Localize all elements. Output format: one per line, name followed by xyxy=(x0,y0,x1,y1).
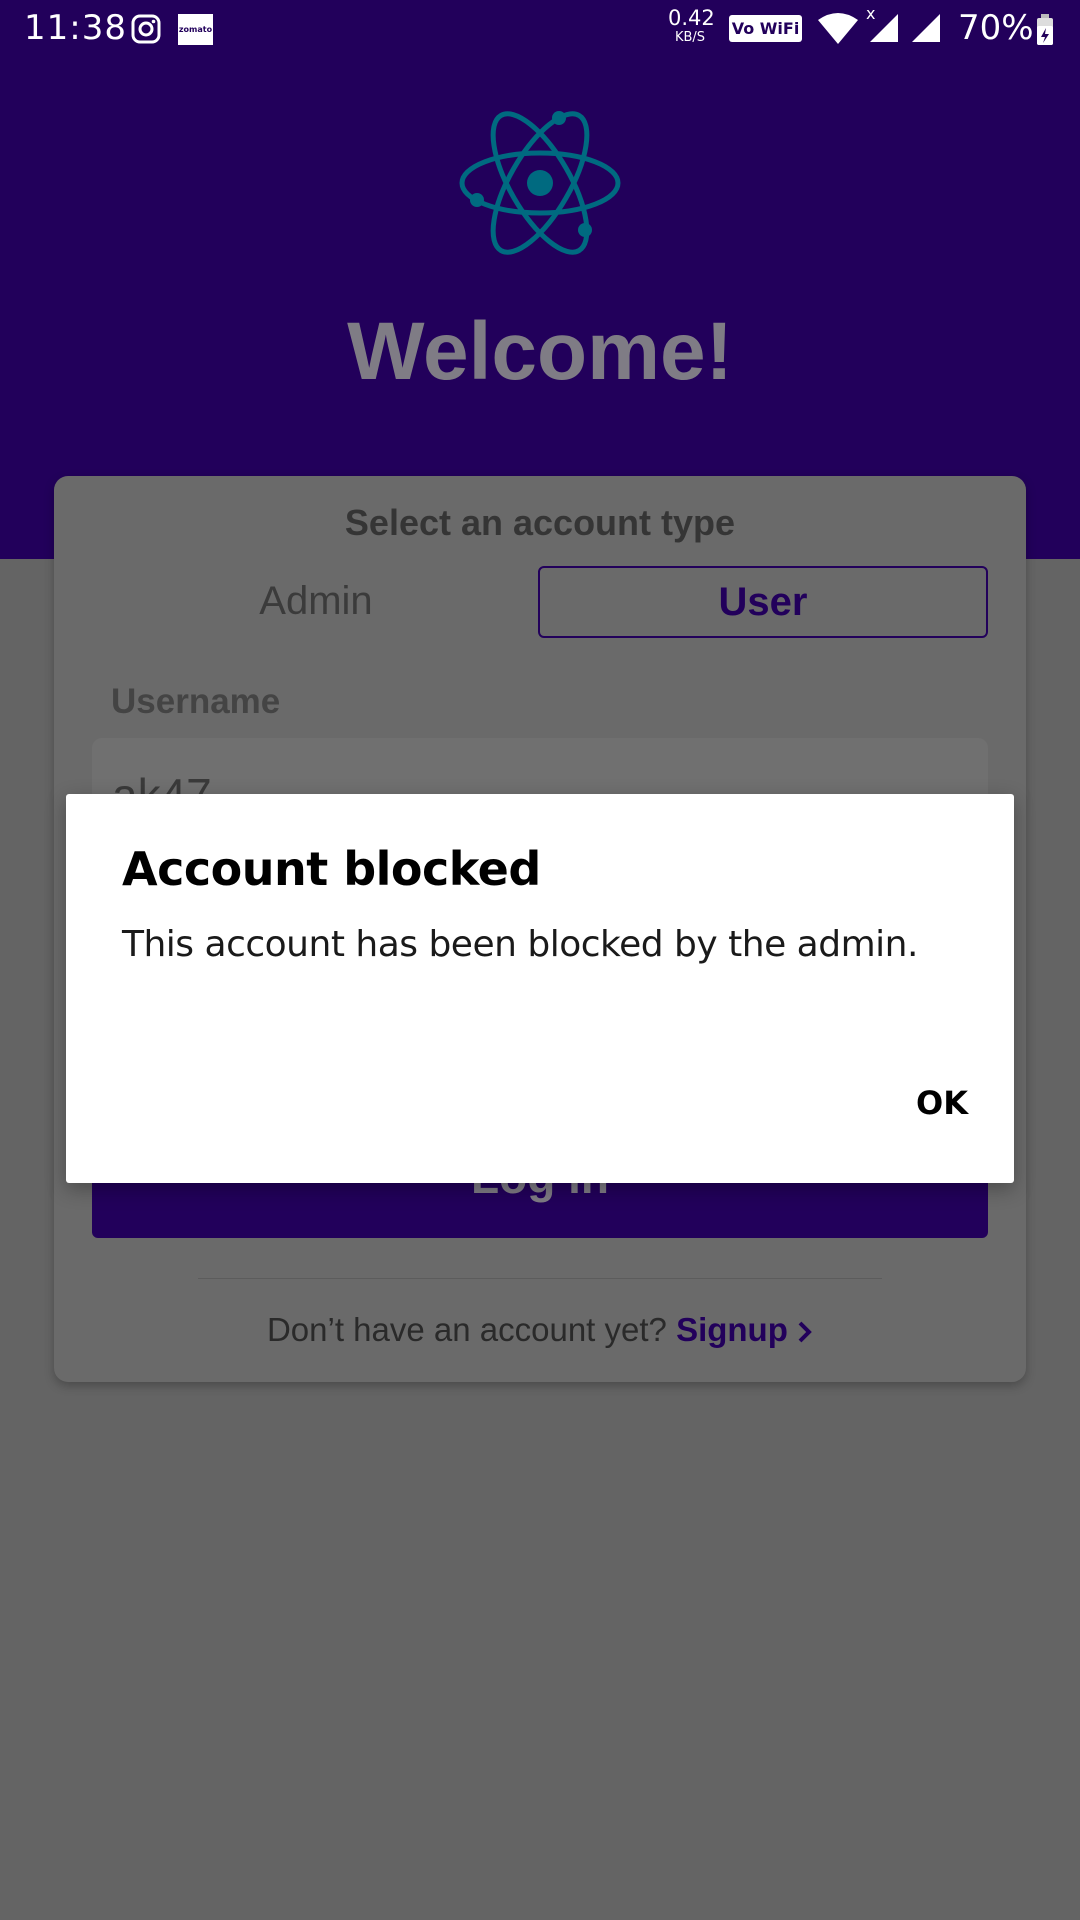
chevron-right-icon xyxy=(798,1321,812,1343)
signup-link[interactable]: Signup xyxy=(676,1311,813,1348)
instagram-icon xyxy=(131,14,161,44)
signal-icon xyxy=(912,14,940,42)
status-time: 11:38 xyxy=(24,8,127,48)
signup-link-label: Signup xyxy=(676,1311,788,1348)
login-button[interactable]: Log in xyxy=(92,1176,988,1238)
dialog-title: Account blocked xyxy=(122,842,541,896)
welcome-title: Welcome! xyxy=(347,306,733,397)
wifi-icon xyxy=(818,13,858,44)
signup-row: Don’t have an account yet? Signup xyxy=(54,1311,1026,1349)
atom-icon xyxy=(459,111,621,255)
battery-percent: 70% xyxy=(958,8,1034,48)
tab-admin[interactable]: Admin xyxy=(92,566,540,636)
tab-user[interactable]: User xyxy=(538,566,988,638)
network-speed-value: 0.42 xyxy=(668,6,715,30)
network-speed-unit: KB/S xyxy=(674,30,706,45)
username-label: Username xyxy=(111,682,281,721)
battery-charging-icon xyxy=(1037,14,1053,45)
account-type-prompt: Select an account type xyxy=(344,502,736,543)
status-bar: 11:38 zomato 0.42 KB/S Vo WiFi x 70% xyxy=(0,0,1080,56)
ok-button[interactable]: OK xyxy=(916,1084,968,1122)
account-blocked-dialog: Account blocked This account has been bl… xyxy=(66,794,1014,1183)
zomato-icon: zomato xyxy=(178,14,213,45)
signup-prompt: Don’t have an account yet? xyxy=(266,1311,667,1348)
signal-marker: x xyxy=(866,4,876,23)
network-speed: 0.42 KB/S xyxy=(668,6,715,45)
dialog-message: This account has been blocked by the adm… xyxy=(122,924,918,965)
divider xyxy=(198,1278,882,1279)
vowifi-badge: Vo WiFi xyxy=(729,15,802,42)
